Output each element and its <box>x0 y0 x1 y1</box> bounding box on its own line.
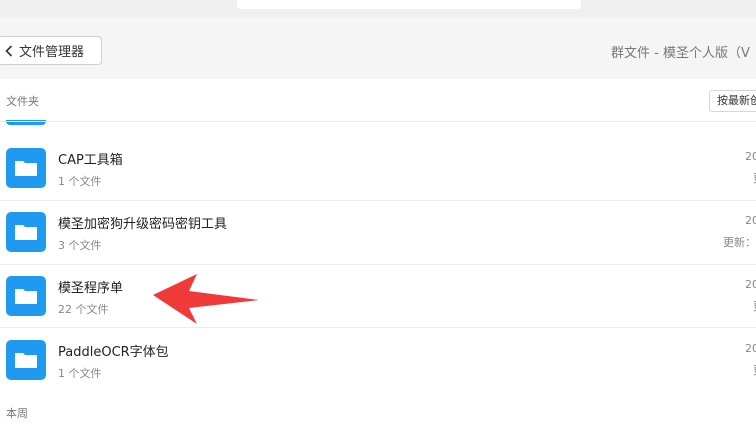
folder-name: 模圣程序单 <box>58 281 124 296</box>
chevron-left-icon <box>5 44 13 57</box>
back-to-file-manager-button[interactable]: 文件管理器 <box>0 36 102 65</box>
folder-row-cap-toolbox[interactable]: CAP工具箱 1 个文件 20 更 <box>0 136 756 200</box>
sort-dropdown[interactable]: 按最新创 <box>709 90 756 112</box>
folder-row-paddleocr-fonts[interactable]: PaddleOCR字体包 1 个文件 20 更 <box>0 328 756 392</box>
folder-icon <box>6 276 46 316</box>
top-bar <box>0 0 756 17</box>
folder-name: CAP工具箱 <box>58 153 123 168</box>
folder-name: PaddleOCR字体包 <box>58 345 169 360</box>
back-button-label: 文件管理器 <box>19 45 85 60</box>
folder-name: 模圣加密狗升级密码密钥工具 <box>58 217 228 232</box>
breadcrumb: 群文件 - 模圣个人版（V <box>611 46 750 61</box>
folder-file-count: 3 个文件 <box>58 239 102 252</box>
folder-date: 20 <box>745 214 756 227</box>
annotation-arrow-icon <box>153 274 259 324</box>
folder-date: 20 <box>745 150 756 163</box>
folder-row-dongle-tool[interactable]: 模圣加密狗升级密码密钥工具 3 个文件 20 更新： <box>0 200 756 264</box>
folder-row-program-sheet[interactable]: 模圣程序单 22 个文件 20 更 <box>0 264 756 328</box>
folder-icon <box>6 148 46 188</box>
file-list-panel: 文件夹 按最新创 CAP工具箱 1 个文件 20 更 模圣加密狗升级密码密钥工具… <box>0 79 756 433</box>
folder-date: 20 <box>745 342 756 355</box>
folder-file-count: 1 个文件 <box>58 367 102 380</box>
section-label-this-week: 本周 <box>6 407 28 420</box>
section-label-folders: 文件夹 <box>6 95 39 108</box>
folder-icon <box>6 212 46 252</box>
folder-file-count: 22 个文件 <box>58 303 109 316</box>
folder-updated: 更新： <box>723 236 756 249</box>
folder-icon <box>6 340 46 380</box>
top-search-field[interactable] <box>237 0 581 9</box>
folder-file-count: 1 个文件 <box>58 175 102 188</box>
folder-date: 20 <box>745 278 756 291</box>
divider <box>0 121 756 122</box>
